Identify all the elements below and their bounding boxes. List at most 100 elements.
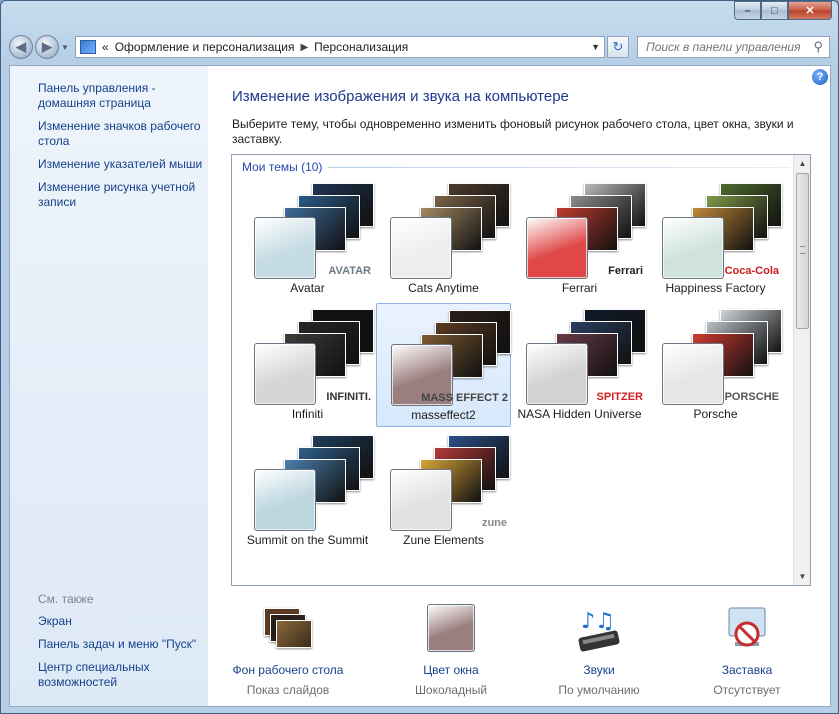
theme-preview: PORSCHE [662,309,782,405]
breadcrumb-separator-icon[interactable]: ▶ [300,42,308,53]
theme-tile[interactable]: PORSCHE Porsche [648,303,783,427]
main-panel: ? Изменение изображения и звука на компь… [208,66,830,706]
screensaver-icon [719,604,775,656]
sounds-link[interactable]: Звуки [524,663,674,677]
search-icon[interactable]: ⚲ [813,39,823,55]
sounds-setting[interactable]: ♪♫ Звуки По умолчанию [524,604,674,697]
close-button[interactable]: ✕ [788,1,832,20]
window-color-setting[interactable]: Цвет окна Шоколадный [376,604,526,697]
see-also-title: См. также [38,592,94,606]
sidebar-link-control-panel-home[interactable]: Панель управления - домашняя страница [38,81,206,111]
search-box[interactable]: ⚲ [637,36,830,58]
theme-brand-logo: Coca-Cola [724,265,779,277]
theme-label: Zune Elements [403,533,484,547]
refresh-icon: ↻ [612,39,624,54]
group-label: Мои темы (10) [242,160,323,174]
recent-pages-dropdown[interactable]: ▼ [59,43,71,52]
maximize-button[interactable]: □ [761,1,788,20]
window-color-icon [423,604,479,656]
screensaver-link[interactable]: Заставка [672,663,822,677]
help-icon[interactable]: ? [812,69,828,85]
see-also-link-ease-of-access[interactable]: Центр специальных возможностей [38,660,206,690]
theme-tile[interactable]: MASS EFFECT 2 masseffect2 [376,303,511,427]
theme-preview: MASS EFFECT 2 [391,310,511,406]
window-color-swatch [662,217,724,279]
desktop-background-icon [260,604,316,656]
forward-button[interactable]: ▶ [35,35,59,59]
screensaver-setting[interactable]: Заставка Отсутствует [672,604,822,697]
theme-settings-bar: Фон рабочего стола Показ слайдов Цвет ок… [208,594,830,704]
forward-arrow-icon: ▶ [42,39,52,54]
window-color-swatch [254,343,316,405]
minimize-button[interactable]: – [734,1,761,20]
theme-label: masseffect2 [411,408,476,422]
theme-brand-logo: MASS EFFECT 2 [421,392,508,404]
address-overflow[interactable]: « [102,40,109,54]
theme-tile[interactable]: zune Zune Elements [376,429,511,553]
theme-label: NASA Hidden Universe [517,407,642,421]
window-color-swatch [390,217,452,279]
see-also-link-taskbar[interactable]: Панель задач и меню "Пуск" [38,637,206,652]
sounds-icon: ♪♫ [571,604,627,656]
window-color-swatch [662,343,724,405]
scrollbar-grip [800,246,805,254]
screensaver-value: Отсутствует [713,683,781,697]
scroll-up-icon[interactable]: ▲ [794,155,810,172]
theme-tile[interactable]: Cats Anytime [376,177,511,301]
theme-preview: INFINITI. [254,309,374,405]
window-color-link[interactable]: Цвет окна [376,663,526,677]
content-area: Панель управления - домашняя страница Из… [9,65,831,707]
window-color-swatch [390,469,452,531]
scrollbar[interactable]: ▲ ▼ [793,155,810,585]
scroll-down-icon[interactable]: ▼ [794,568,810,585]
theme-label: Happiness Factory [665,281,766,295]
theme-brand-logo: INFINITI. [326,391,371,403]
see-also-link-display[interactable]: Экран [38,614,206,629]
scrollbar-thumb[interactable] [796,173,809,329]
sounds-value: По умолчанию [558,683,640,697]
themes-list[interactable]: Мои темы (10) AVATAR Avatar Cats Anytime Fe… [231,154,811,586]
theme-label: Porsche [693,407,738,421]
sidebar-link-mouse-pointers[interactable]: Изменение указателей мыши [38,157,206,172]
caption-buttons: – □ ✕ [734,1,832,20]
theme-tile[interactable]: INFINITI. Infiniti [240,303,375,427]
theme-preview: zune [390,435,510,531]
control-panel-icon [80,40,96,54]
breadcrumb-appearance[interactable]: Оформление и персонализация [115,40,295,54]
desktop-background-link[interactable]: Фон рабочего стола [213,663,363,677]
group-divider [328,166,790,168]
theme-tile[interactable]: SPITZER NASA Hidden Universe [512,303,647,427]
back-button[interactable]: ◀ [9,35,33,59]
address-bar[interactable]: « Оформление и персонализация ▶ Персонал… [75,36,605,58]
theme-tile[interactable]: Summit on the Summit [240,429,375,553]
breadcrumb-personalization[interactable]: Персонализация [314,40,408,54]
search-input[interactable] [644,39,814,55]
desktop-background-value: Показ слайдов [246,683,330,697]
sidebar-link-account-picture[interactable]: Изменение рисунка учетной записи [38,180,206,210]
theme-brand-logo: AVATAR [328,265,371,277]
page-description: Выберите тему, чтобы одновременно измени… [232,117,794,146]
sidebar-links: Панель управления - домашняя страница Из… [38,81,206,218]
see-also-section: См. также Экран Панель задач и меню "Пус… [38,592,206,698]
window-color-swatch [254,217,316,279]
theme-preview: AVATAR [254,183,374,279]
refresh-button[interactable]: ↻ [607,36,629,58]
theme-tile[interactable]: Coca-Cola Happiness Factory [648,177,783,301]
group-header-my-themes[interactable]: Мои темы (10) [242,160,790,174]
theme-brand-logo: PORSCHE [724,391,779,403]
theme-label: Infiniti [291,407,324,421]
back-arrow-icon: ◀ [16,39,26,54]
theme-brand-logo: zune [481,517,507,529]
page-title: Изменение изображения и звука на компьют… [232,88,569,105]
personalization-window: – □ ✕ ◀ ▶ ▼ « Оформление и персонализаци… [0,0,839,714]
address-dropdown-icon[interactable]: ▼ [591,42,600,52]
theme-label: Summit on the Summit [246,533,369,547]
sidebar-link-desktop-icons[interactable]: Изменение значков рабочего стола [38,119,206,149]
theme-tile[interactable]: AVATAR Avatar [240,177,375,301]
theme-label: Avatar [290,281,325,295]
desktop-background-setting[interactable]: Фон рабочего стола Показ слайдов [213,604,363,697]
window-color-swatch [254,469,316,531]
theme-brand-logo: Ferrari [608,265,643,277]
theme-tile[interactable]: Ferrari Ferrari [512,177,647,301]
theme-preview [254,435,374,531]
